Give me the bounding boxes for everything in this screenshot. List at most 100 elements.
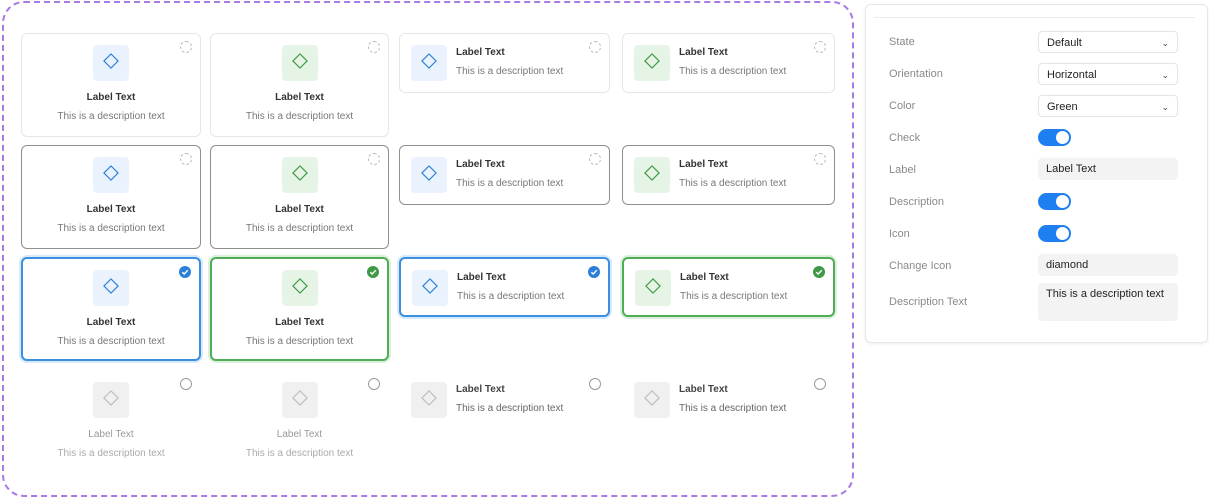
toggle-knob <box>1056 227 1069 240</box>
state-value: Default <box>1047 37 1082 49</box>
label-input[interactable]: Label Text <box>1038 158 1178 180</box>
state-label: State <box>889 36 915 48</box>
description-text-label: Description Text <box>889 296 968 308</box>
checkmark-icon[interactable] <box>814 41 826 53</box>
icon-container <box>93 270 129 306</box>
orientation-select[interactable]: Horizontal ⌄ <box>1038 63 1178 85</box>
selection-card-green-vertical-default[interactable]: Label Text This is a description text <box>210 33 389 137</box>
card-description: This is a description text <box>679 178 787 189</box>
card-label: Label Text <box>679 159 728 170</box>
diamond-icon <box>102 164 120 187</box>
card-description: This is a description text <box>57 448 165 459</box>
checkmark-icon[interactable] <box>589 41 601 53</box>
check-toggle[interactable] <box>1038 129 1071 146</box>
card-label: Label Text <box>86 204 136 215</box>
card-description: This is a description text <box>456 178 564 189</box>
card-description: This is a description text <box>245 223 354 234</box>
checkmark-icon <box>180 378 192 390</box>
icon-container <box>281 270 318 306</box>
card-description: This is a description text <box>245 111 354 122</box>
color-value: Green <box>1047 101 1078 113</box>
diamond-icon <box>420 389 438 412</box>
card-label: Label Text <box>679 384 728 395</box>
chevron-down-icon: ⌄ <box>1161 70 1169 80</box>
diamond-icon <box>643 164 661 187</box>
card-description: This is a description text <box>456 403 564 414</box>
selection-card-blue-vertical-selected[interactable]: Label Text This is a description text <box>21 257 201 361</box>
diamond-icon <box>643 52 661 75</box>
icon-container <box>412 270 448 306</box>
toggle-knob <box>1056 131 1069 144</box>
diamond-icon <box>420 52 438 75</box>
icon-container <box>411 157 447 193</box>
card-description: This is a description text <box>245 336 354 347</box>
icon-container <box>634 382 670 418</box>
selection-card-green-horizontal-default[interactable]: Label Text This is a description text <box>622 33 835 93</box>
card-label: Label Text <box>86 92 136 103</box>
icon-container <box>281 45 318 81</box>
card-description: This is a description text <box>680 291 788 302</box>
checkmark-icon[interactable] <box>813 266 825 278</box>
checkmark-icon[interactable] <box>368 41 380 53</box>
checkmark-icon[interactable] <box>589 153 601 165</box>
card-description: This is a description text <box>457 291 565 302</box>
orientation-value: Horizontal <box>1047 69 1097 81</box>
card-label: Label Text <box>88 429 134 440</box>
icon-container <box>93 157 129 193</box>
card-description: This is a description text <box>57 111 165 122</box>
diamond-icon <box>291 164 309 187</box>
checkmark-icon[interactable] <box>180 41 192 53</box>
diamond-icon <box>291 277 309 300</box>
icon-container <box>635 270 671 306</box>
selection-card-green-horizontal-hover[interactable]: Label Text This is a description text <box>622 145 835 205</box>
icon-container <box>93 382 129 418</box>
icon-toggle[interactable] <box>1038 225 1071 242</box>
card-description: This is a description text <box>245 448 354 459</box>
checkmark-icon[interactable] <box>588 266 600 278</box>
card-label: Label Text <box>275 317 324 328</box>
change-icon-input[interactable]: diamond <box>1038 254 1178 276</box>
change-icon-label: Change Icon <box>889 260 952 272</box>
checkmark-icon[interactable] <box>179 266 191 278</box>
description-label: Description <box>889 196 945 208</box>
selection-card-blue-vertical-default[interactable]: Label Text This is a description text <box>21 33 201 137</box>
card-description: This is a description text <box>679 403 787 414</box>
card-description: This is a description text <box>679 66 787 77</box>
check-label: Check <box>889 132 921 144</box>
selection-card-blue-vertical-hover[interactable]: Label Text This is a description text <box>21 145 201 249</box>
selection-card-blue-horizontal-hover[interactable]: Label Text This is a description text <box>399 145 610 205</box>
icon-container <box>634 157 670 193</box>
diamond-icon <box>291 52 309 75</box>
checkmark-icon <box>368 378 380 390</box>
icon-container <box>281 157 318 193</box>
selection-card-blue-horizontal-selected[interactable]: Label Text This is a description text <box>399 257 610 317</box>
checkmark-icon[interactable] <box>367 266 379 278</box>
card-description: This is a description text <box>57 336 165 347</box>
card-label: Label Text <box>680 272 729 283</box>
card-label: Label Text <box>456 159 505 170</box>
color-select[interactable]: Green ⌄ <box>1038 95 1178 117</box>
card-label: Label Text <box>275 204 324 215</box>
diamond-icon <box>420 164 438 187</box>
icon-container <box>634 45 670 81</box>
chevron-down-icon: ⌄ <box>1161 38 1169 48</box>
selection-card-green-vertical-hover[interactable]: Label Text This is a description text <box>210 145 389 249</box>
checkmark-icon[interactable] <box>368 153 380 165</box>
diamond-icon <box>291 389 309 412</box>
card-description: This is a description text <box>57 223 165 234</box>
icon-container <box>411 382 447 418</box>
state-select[interactable]: Default ⌄ <box>1038 31 1178 53</box>
diamond-icon <box>643 389 661 412</box>
icon-label: Icon <box>889 228 910 240</box>
description-text-input[interactable]: This is a description text <box>1038 283 1178 321</box>
diamond-icon <box>102 277 120 300</box>
description-toggle[interactable] <box>1038 193 1071 210</box>
color-label: Color <box>889 100 916 112</box>
selection-card-green-horizontal-selected[interactable]: Label Text This is a description text <box>622 257 835 317</box>
checkmark-icon[interactable] <box>180 153 192 165</box>
checkmark-icon[interactable] <box>814 153 826 165</box>
chevron-down-icon: ⌄ <box>1161 102 1169 112</box>
selection-card-blue-horizontal-default[interactable]: Label Text This is a description text <box>399 33 610 93</box>
selection-card-green-vertical-selected[interactable]: Label Text This is a description text <box>210 257 389 361</box>
card-description: This is a description text <box>456 66 564 77</box>
